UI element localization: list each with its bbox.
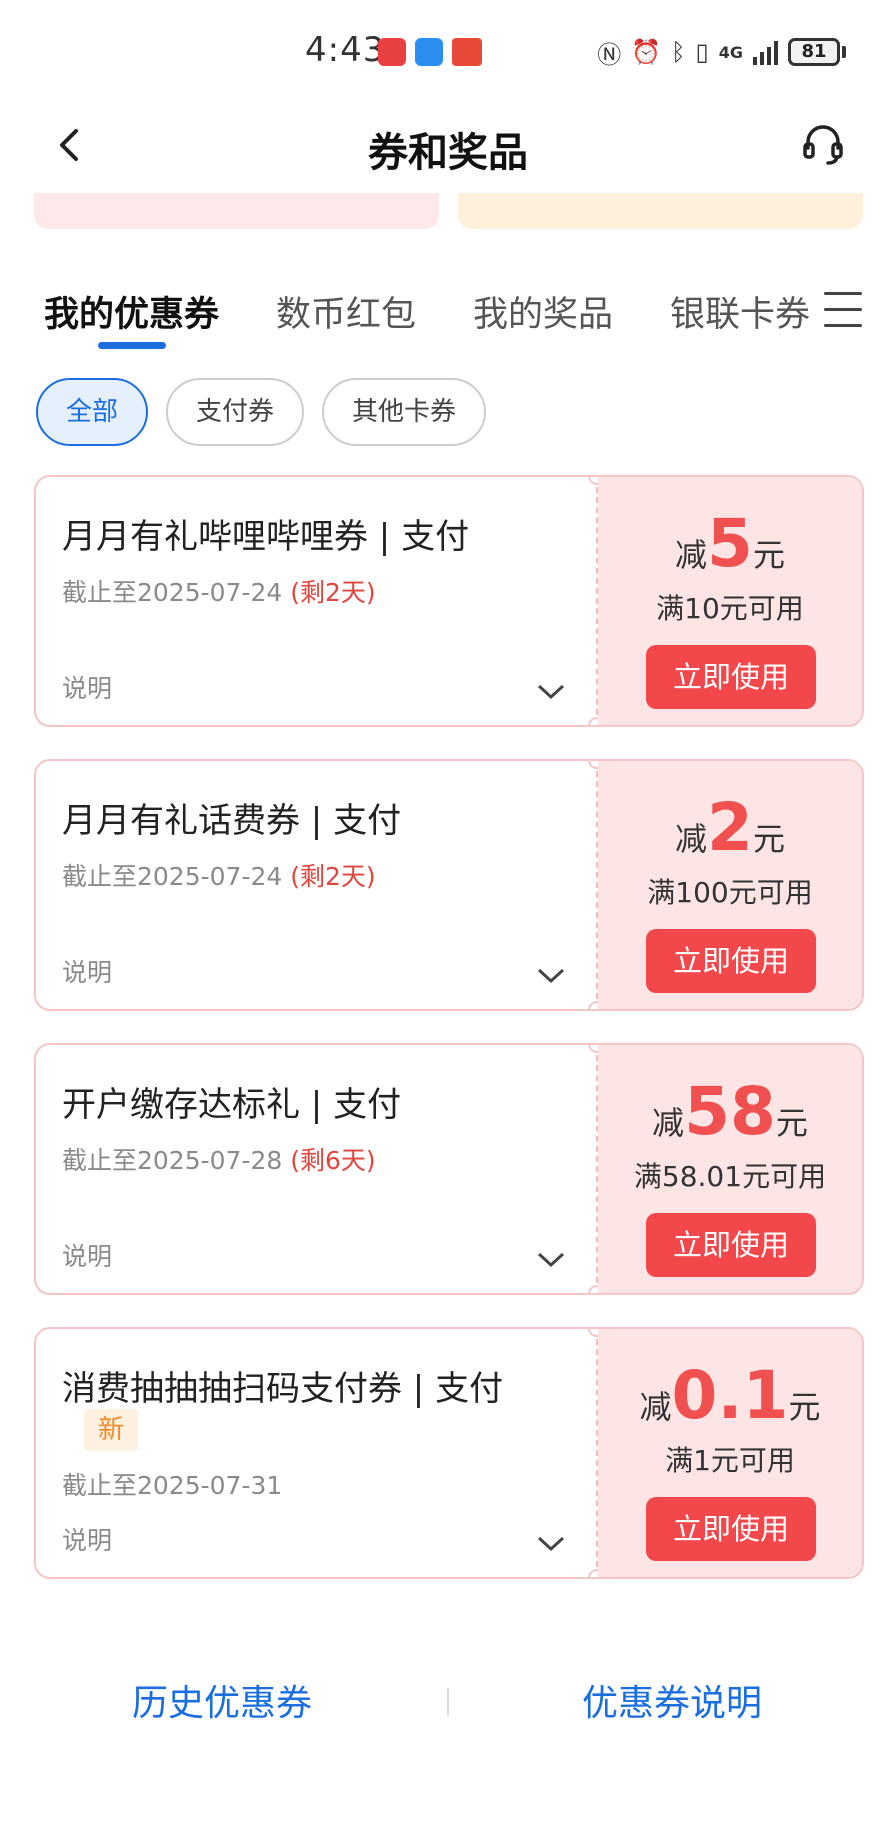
status-time: 4:43	[305, 30, 386, 70]
promo-banner-right[interactable]	[458, 193, 863, 229]
footer-links: 历史优惠券 优惠券说明	[0, 1660, 896, 1740]
coupon-explain-link[interactable]: 说明	[62, 953, 112, 989]
coupon-explain-link[interactable]: 说明	[62, 1521, 112, 1557]
network-type: 4G	[718, 42, 743, 62]
coupon-explanation-link[interactable]: 优惠券说明	[582, 1674, 762, 1726]
active-tab-indicator	[98, 342, 166, 349]
coupon-amount: 减5元	[675, 505, 785, 582]
alarm-icon: ⏰	[631, 38, 662, 66]
bluetooth-icon: ᛒ	[671, 38, 686, 66]
coupon-expiry: 截止至2025-07-24 (剩2天)	[62, 578, 376, 607]
menu-icon[interactable]	[824, 292, 862, 328]
tab-unionpay-card-coupons[interactable]: 银联卡券	[670, 286, 810, 337]
footer-divider	[447, 1688, 449, 1716]
chevron-down-icon[interactable]	[536, 679, 566, 703]
nfc-icon: Ⓝ	[597, 40, 622, 69]
coupon-title: 开户缴存达标礼 | 支付	[62, 1085, 402, 1125]
status-bar: 4:43 Ⓝ ⏰ ᛒ ▯ 4G 81	[0, 0, 896, 100]
vibrate-icon: ▯	[695, 38, 709, 66]
coupon-expiry: 截止至2025-07-24 (剩2天)	[62, 862, 376, 891]
coupon-condition: 满10元可用	[656, 592, 804, 625]
coupon-title: 月月有礼哔哩哔哩券 | 支付	[62, 517, 470, 557]
page-title: 券和奖品	[368, 130, 528, 176]
coupon-expiry: 截止至2025-07-28 (剩6天)	[62, 1146, 376, 1175]
use-now-button[interactable]: 立即使用	[646, 1497, 816, 1561]
coupon-expiry: 截止至2025-07-31	[62, 1471, 283, 1500]
news-app-icon	[452, 38, 482, 66]
chevron-down-icon[interactable]	[536, 963, 566, 987]
coupon-condition: 满1元可用	[665, 1444, 795, 1477]
tab-bar: 我的优惠券 数币红包 我的奖品 银联卡券	[0, 280, 896, 350]
filter-chips: 全部 支付券 其他卡券	[36, 378, 487, 446]
use-now-button[interactable]: 立即使用	[646, 645, 816, 709]
header: 券和奖品	[0, 100, 896, 190]
coupon-explain-link[interactable]: 说明	[62, 669, 112, 705]
new-badge: 新	[84, 1409, 139, 1451]
coupon-card: 月月有礼话费券 | 支付 截止至2025-07-24 (剩2天) 说明 减2元 …	[34, 759, 864, 1011]
coupon-explain-link[interactable]: 说明	[62, 1237, 112, 1273]
coupon-amount: 减0.1元	[639, 1357, 821, 1434]
chevron-down-icon[interactable]	[536, 1247, 566, 1271]
coupon-condition: 满58.01元可用	[633, 1160, 827, 1193]
customer-service-icon[interactable]	[800, 122, 846, 168]
signal-icon	[753, 39, 778, 65]
battery-level: 81	[788, 38, 840, 66]
chevron-down-icon[interactable]	[536, 1531, 566, 1555]
coupon-remaining: (剩6天)	[290, 1146, 376, 1175]
tab-my-prizes[interactable]: 我的奖品	[473, 286, 613, 337]
filter-chip-other-cards[interactable]: 其他卡券	[322, 378, 487, 446]
coupon-amount: 减2元	[675, 789, 785, 866]
coupon-condition: 满100元可用	[647, 876, 813, 909]
coupon-card: 月月有礼哔哩哔哩券 | 支付 截止至2025-07-24 (剩2天) 说明 减5…	[34, 475, 864, 727]
tab-my-coupons[interactable]: 我的优惠券	[44, 286, 219, 337]
coupon-card: 开户缴存达标礼 | 支付 截止至2025-07-28 (剩6天) 说明 减58元…	[34, 1043, 864, 1295]
message-app-icon	[415, 38, 443, 66]
use-now-button[interactable]: 立即使用	[646, 1213, 816, 1277]
coupon-title: 月月有礼话费券 | 支付	[62, 801, 402, 841]
battery-icon: 81	[788, 38, 846, 66]
coupon-remaining: (剩2天)	[290, 578, 376, 607]
filter-chip-payment[interactable]: 支付券	[166, 378, 305, 446]
use-now-button[interactable]: 立即使用	[646, 929, 816, 993]
tab-digital-red-packets[interactable]: 数币红包	[276, 286, 416, 337]
coupon-remaining: (剩2天)	[290, 862, 376, 891]
status-icons: Ⓝ ⏰ ᛒ ▯ 4G 81	[597, 34, 846, 70]
coupon-card: 消费抽抽抽扫码支付券 | 支付 新 截止至2025-07-31 说明 减0.1元…	[34, 1327, 864, 1579]
huawei-app-icon	[378, 38, 406, 66]
promo-banner-left[interactable]	[34, 193, 439, 229]
history-coupons-link[interactable]: 历史优惠券	[132, 1674, 312, 1726]
coupon-amount: 减58元	[652, 1073, 808, 1150]
coupon-title: 消费抽抽抽扫码支付券 | 支付	[62, 1369, 504, 1409]
filter-chip-all[interactable]: 全部	[36, 378, 149, 446]
